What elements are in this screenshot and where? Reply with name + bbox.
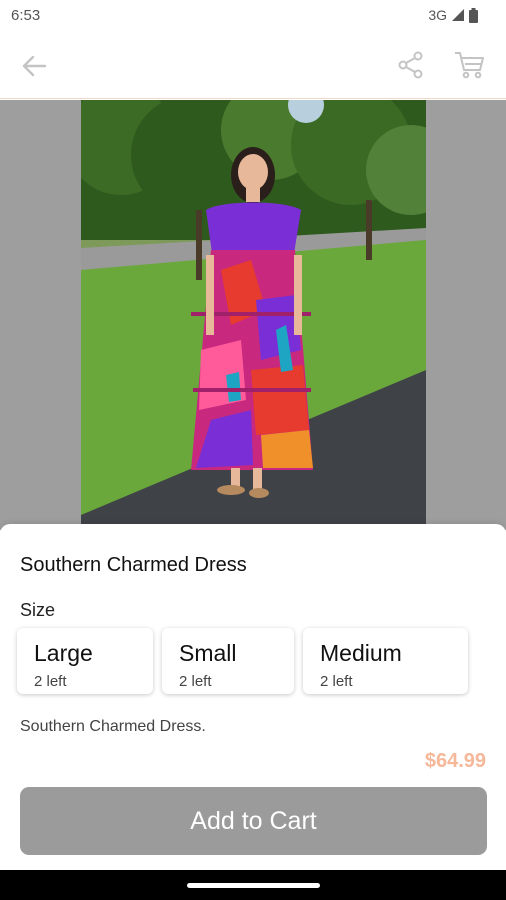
- size-option-large[interactable]: Large 2 left: [17, 628, 153, 694]
- size-stock: 2 left: [34, 673, 67, 690]
- share-button[interactable]: [391, 45, 431, 85]
- add-to-cart-button[interactable]: Add to Cart: [20, 787, 487, 855]
- product-image-area: [0, 100, 506, 530]
- back-button[interactable]: [14, 46, 54, 86]
- battery-icon: [469, 7, 478, 23]
- product-title: Southern Charmed Dress: [20, 554, 247, 576]
- signal-icon: [452, 9, 464, 21]
- size-name: Medium: [320, 640, 402, 666]
- product-price: $64.99: [424, 750, 486, 772]
- size-label: Size: [20, 600, 56, 620]
- status-icons: 3G: [428, 7, 478, 23]
- status-bar: 6:53 3G: [0, 0, 506, 32]
- size-name: Large: [34, 640, 93, 666]
- size-stock: 2 left: [179, 673, 212, 690]
- size-stock: 2 left: [320, 673, 353, 690]
- product-details-sheet: Southern Charmed Dress Size Large 2 left…: [0, 524, 506, 900]
- system-nav-bar: [0, 870, 506, 900]
- status-time: 6:53: [11, 7, 41, 24]
- cart-icon: [455, 52, 484, 79]
- app-bar: [0, 32, 506, 99]
- back-arrow-icon: [22, 55, 47, 77]
- cart-button[interactable]: [449, 45, 489, 85]
- size-name: Small: [179, 640, 237, 666]
- home-indicator[interactable]: [187, 883, 320, 888]
- fade-divider: [0, 734, 506, 750]
- size-option-small[interactable]: Small 2 left: [162, 628, 294, 694]
- size-option-medium[interactable]: Medium 2 left: [303, 628, 468, 694]
- share-icon: [398, 51, 423, 79]
- product-photo[interactable]: [81, 100, 426, 530]
- network-type: 3G: [428, 7, 447, 23]
